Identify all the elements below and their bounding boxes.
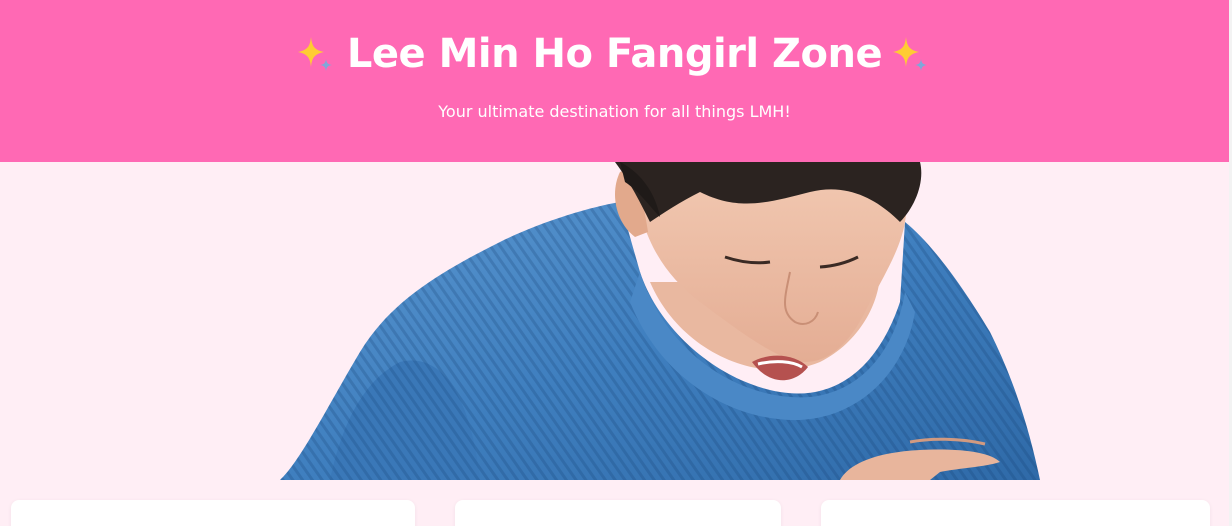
hero-photo bbox=[280, 162, 1040, 480]
page-subtitle: Your ultimate destination for all things… bbox=[438, 102, 791, 121]
content-card bbox=[821, 500, 1210, 526]
title-row: Lee Min Ho Fangirl Zone bbox=[0, 26, 1229, 82]
content-card bbox=[11, 500, 415, 526]
hero-banner bbox=[0, 162, 1229, 480]
sparkles-icon bbox=[892, 31, 932, 77]
page: Lee Min Ho Fangirl Zone Your ultimate de… bbox=[0, 0, 1232, 526]
site-header: Lee Min Ho Fangirl Zone Your ultimate de… bbox=[0, 0, 1229, 162]
content-card bbox=[455, 500, 781, 526]
page-title: Lee Min Ho Fangirl Zone bbox=[346, 31, 883, 77]
sparkles-icon bbox=[297, 31, 337, 77]
